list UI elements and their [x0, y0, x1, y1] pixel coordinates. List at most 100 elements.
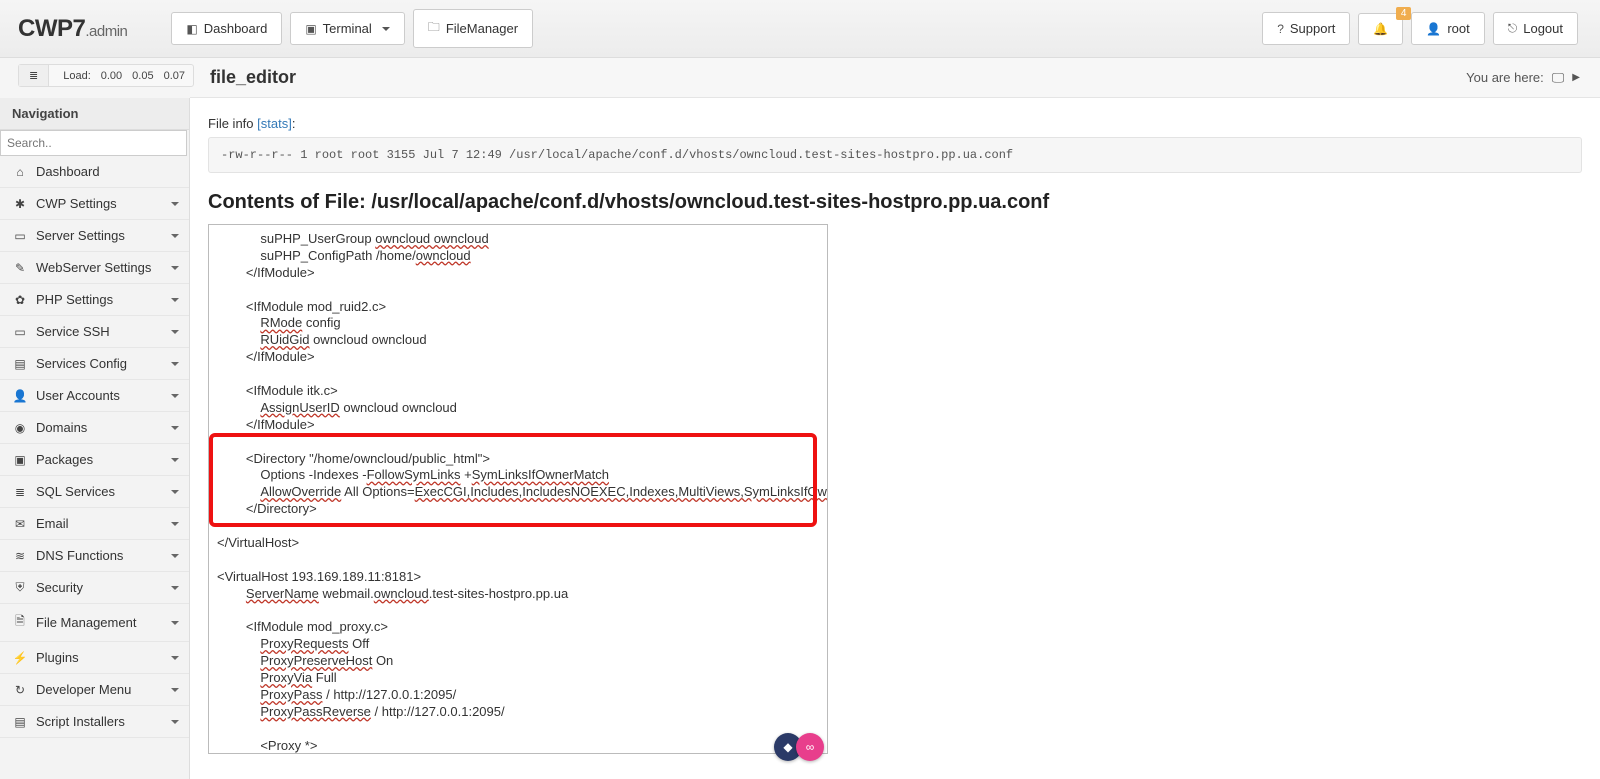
sidebar-item-services-config[interactable]: ▤Services Config	[0, 348, 189, 380]
user-icon: 👤	[1426, 22, 1441, 36]
dashboard-label: Dashboard	[204, 21, 268, 36]
sidebar-item-developer-menu[interactable]: ↻Developer Menu	[0, 674, 189, 706]
filemanager-label: FileManager	[446, 21, 518, 36]
disk-icon: ≣	[29, 70, 38, 82]
chevron-down-icon	[171, 202, 179, 210]
editor-line[interactable]: </IfModule>	[217, 417, 819, 434]
sidebar-item-file-management[interactable]: 🗎File Management	[0, 604, 189, 642]
editor-line[interactable]	[217, 366, 819, 383]
editor-line[interactable]: <Directory "/home/owncloud/public_html">	[217, 451, 819, 468]
user-button[interactable]: 👤 root	[1411, 12, 1484, 45]
terminal-button[interactable]: ▣ Terminal	[290, 12, 404, 45]
nav-item-label: WebServer Settings	[36, 260, 151, 275]
nav-item-label: Service SSH	[36, 324, 110, 339]
editor-line[interactable]: ProxyPreserveHost On	[217, 653, 819, 670]
search-input[interactable]	[0, 130, 187, 156]
editor-line[interactable]: <Proxy *>	[217, 738, 819, 753]
editor-line[interactable]	[217, 721, 819, 738]
floating-help-bubbles[interactable]: ◆ ∞	[780, 733, 824, 761]
editor-line[interactable]: <IfModule mod_ruid2.c>	[217, 299, 819, 316]
sidebar-item-sql-services[interactable]: ≣ SQL Services	[0, 476, 189, 508]
file-stat-line: -rw-r--r-- 1 root root 3155 Jul 7 12:49 …	[208, 137, 1582, 173]
editor-line[interactable]: <IfModule itk.c>	[217, 383, 819, 400]
sidebar-item-plugins[interactable]: ⚡Plugins	[0, 642, 189, 674]
editor-line[interactable]	[217, 603, 819, 620]
sidebar-item-php-settings[interactable]: ✿ PHP Settings	[0, 284, 189, 316]
load-label: Load:	[63, 70, 91, 82]
logout-button[interactable]: ⎋ Logout	[1493, 12, 1578, 45]
sidebar-item-security[interactable]: ⛨Security	[0, 572, 189, 604]
editor-line[interactable]: </IfModule>	[217, 265, 819, 282]
nav-item-icon: ▤	[12, 715, 28, 729]
editor-line[interactable]: RUidGid owncloud owncloud	[217, 332, 819, 349]
editor-line[interactable]: ProxyVia Full	[217, 670, 819, 687]
nav-item-icon: ⌂	[12, 165, 28, 179]
chevron-down-icon	[171, 554, 179, 562]
sidebar-item-dns-functions[interactable]: ≋DNS Functions	[0, 540, 189, 572]
load-indicator: ≣ Load: 0.00 0.05 0.07	[18, 64, 194, 87]
support-button[interactable]: ? Support	[1262, 12, 1350, 45]
nav-item-label: DNS Functions	[36, 548, 123, 563]
editor-line[interactable]: <IfModule mod_proxy.c>	[217, 619, 819, 636]
topbar: CWP7.admin ◧ Dashboard ▣ Terminal 🗀 File…	[0, 0, 1600, 58]
nav-item-label: Domains	[36, 420, 87, 435]
sidebar-item-script-installers[interactable]: ▤Script Installers	[0, 706, 189, 738]
editor-line[interactable]: ProxyRequests Off	[217, 636, 819, 653]
chevron-down-icon	[171, 522, 179, 530]
monitor-icon[interactable]: 🖵	[1552, 70, 1565, 86]
stats-link[interactable]: [stats]	[257, 116, 292, 131]
nav-item-label: Security	[36, 580, 83, 595]
editor-line[interactable]: Options -Indexes -FollowSymLinks +SymLin…	[217, 467, 819, 484]
help-bubble-pink-icon[interactable]: ∞	[796, 733, 824, 761]
file-editor[interactable]: suPHP_UserGroup owncloud owncloud suPHP_…	[208, 224, 828, 754]
editor-line[interactable]: ProxyPass / http://127.0.0.1:2095/	[217, 687, 819, 704]
editor-line[interactable]: suPHP_UserGroup owncloud owncloud	[217, 231, 819, 248]
editor-line[interactable]: AssignUserID owncloud owncloud	[217, 400, 819, 417]
editor-line[interactable]: AllowOverride All Options=ExecCGI,Includ…	[217, 484, 819, 501]
editor-line[interactable]: ServerName webmail.owncloud.test-sites-h…	[217, 586, 819, 603]
editor-line[interactable]: suPHP_ConfigPath /home/owncloud	[217, 248, 819, 265]
nav-item-label: Server Settings	[36, 228, 125, 243]
sidebar-item-email[interactable]: ✉Email	[0, 508, 189, 540]
editor-line[interactable]: </Directory>	[217, 501, 819, 518]
nav-item-icon: ✿	[12, 293, 28, 307]
editor-line[interactable]: </IfModule>	[217, 349, 819, 366]
editor-line[interactable]	[217, 518, 819, 535]
chevron-down-icon	[171, 458, 179, 466]
editor-line[interactable]: ProxyPassReverse / http://127.0.0.1:2095…	[217, 704, 819, 721]
chevron-down-icon	[171, 362, 179, 370]
sidebar-item-domains[interactable]: ◉Domains	[0, 412, 189, 444]
contents-heading: Contents of File: /usr/local/apache/conf…	[208, 191, 1582, 214]
sidebar-item-user-accounts[interactable]: 👤User Accounts	[0, 380, 189, 412]
chevron-down-icon	[171, 621, 179, 629]
editor-line[interactable]: <VirtualHost 193.169.189.11:8181>	[217, 569, 819, 586]
editor-line[interactable]: RMode config	[217, 315, 819, 332]
sidebar-item-packages[interactable]: ▣Packages	[0, 444, 189, 476]
main-content: File info [stats]: -rw-r--r-- 1 root roo…	[190, 98, 1600, 779]
nav-item-icon: ✎	[12, 261, 28, 275]
nav-item-label: User Accounts	[36, 388, 120, 403]
brand-logo[interactable]: CWP7.admin	[18, 15, 167, 43]
dashboard-button[interactable]: ◧ Dashboard	[171, 12, 282, 45]
file-info-row: File info [stats]:	[208, 116, 1582, 131]
editor-line[interactable]	[217, 434, 819, 451]
sidebar-item-cwp-settings[interactable]: ✱CWP Settings	[0, 188, 189, 220]
editor-line[interactable]	[217, 552, 819, 569]
support-label: Support	[1290, 21, 1336, 36]
nav-item-icon: ▭	[12, 229, 28, 243]
filemanager-button[interactable]: 🗀 FileManager	[413, 9, 533, 48]
load-v2: 0.05	[132, 70, 153, 82]
logout-icon: ⎋	[1508, 21, 1518, 36]
sidebar-item-server-settings[interactable]: ▭ Server Settings	[0, 220, 189, 252]
sidebar-item-webserver-settings[interactable]: ✎ WebServer Settings	[0, 252, 189, 284]
chevron-down-icon	[171, 234, 179, 242]
editor-line[interactable]	[217, 282, 819, 299]
breadcrumb: file_editor You are here: 🖵 ▶	[190, 58, 1600, 98]
sidebar-item-service-ssh[interactable]: ▭Service SSH	[0, 316, 189, 348]
nav-item-icon: ≣	[12, 485, 28, 499]
editor-line[interactable]: </VirtualHost>	[217, 535, 819, 552]
nav-item-label: PHP Settings	[36, 292, 113, 307]
nav-item-label: SQL Services	[36, 484, 115, 499]
nav-item-icon: ▤	[12, 357, 28, 371]
sidebar-item-dashboard[interactable]: ⌂Dashboard	[0, 156, 189, 188]
